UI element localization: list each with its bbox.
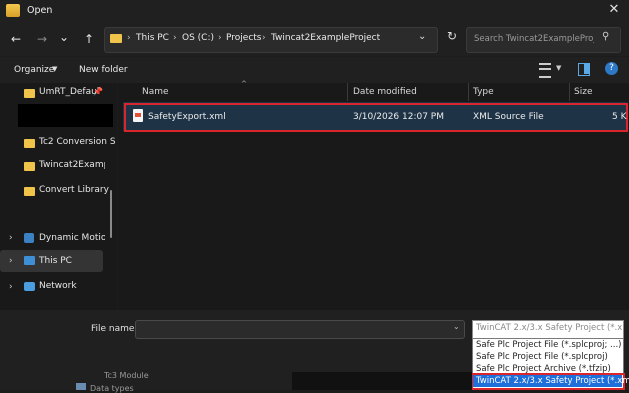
help-icon[interactable]: ? [605, 62, 618, 75]
file-name-cell[interactable]: SafetyExport.xml [148, 112, 226, 122]
background-tree-item: Tc3 Module [104, 371, 149, 380]
search-input[interactable]: Search Twincat2ExampleProj... [474, 34, 594, 44]
breadcrumb-separator: › [262, 33, 266, 43]
column-divider[interactable] [468, 83, 469, 101]
sidebar-item-network[interactable]: Network [39, 281, 77, 291]
file-name-input[interactable] [135, 320, 465, 339]
new-folder-button[interactable]: New folder [79, 65, 128, 75]
folder-icon [24, 187, 35, 196]
background-tree-item: Data types [90, 384, 134, 393]
up-arrow-icon[interactable]: ↑ [79, 29, 99, 49]
view-options-icon[interactable] [539, 63, 551, 78]
file-date-cell: 3/10/2026 12:07 PM [353, 112, 444, 122]
breadcrumb-separator: › [127, 33, 131, 43]
expand-chevron-icon[interactable]: › [9, 233, 13, 243]
preview-pane-icon-fill [584, 64, 589, 74]
view-options-icon-line [539, 68, 551, 70]
window-title: Open [27, 5, 53, 16]
organize-button[interactable]: Organize [14, 65, 54, 75]
back-arrow-icon[interactable]: ← [6, 29, 26, 49]
redacted-item [18, 104, 113, 127]
pc-icon [24, 256, 35, 265]
breadcrumb-twincat2exampleproject[interactable]: Twincat2ExampleProject [271, 33, 380, 43]
caret-down-icon[interactable]: ▼ [52, 65, 57, 73]
expand-chevron-icon[interactable]: › [9, 256, 13, 266]
xml-file-icon-tag [135, 113, 141, 117]
app-icon [24, 233, 34, 243]
column-divider[interactable] [569, 83, 570, 101]
file-name-label: File name: [91, 324, 138, 334]
column-header-date-modified[interactable]: Date modified [353, 87, 417, 97]
background-panel [292, 372, 472, 390]
file-type-selected-value[interactable]: TwinCAT 2.x/3.x Safety Project (*.xml) [476, 323, 622, 333]
file-type-option-selected-label[interactable]: TwinCAT 2.x/3.x Safety Project (*.xml) [476, 376, 629, 386]
sort-caret-icon: ^ [241, 80, 247, 88]
refresh-icon[interactable]: ↻ [444, 29, 460, 43]
pin-icon: 📌 [93, 87, 103, 96]
folder-icon [24, 162, 35, 171]
file-type-option[interactable]: Safe Plc Project File (*.splcproj; ...) [476, 340, 621, 350]
sidebar-item-tc2-conversion[interactable]: Tc2 Conversion S [39, 137, 115, 147]
column-header-name[interactable]: Name [142, 87, 169, 97]
folder-icon [110, 34, 122, 43]
file-type-cell: XML Source File [473, 112, 544, 122]
sidebar-item-convert-library[interactable]: Convert Library [39, 185, 109, 195]
sidebar-scrollbar[interactable] [110, 190, 112, 238]
background-folder-icon [76, 383, 86, 390]
file-size-cell: 5 K [612, 112, 627, 122]
sidebar-item-this-pc[interactable]: This PC [39, 256, 72, 266]
address-history-chevron-icon[interactable]: ⌄ [418, 31, 426, 42]
breadcrumb-projects[interactable]: Projects [226, 33, 261, 43]
folder-icon [24, 89, 35, 98]
expand-chevron-icon[interactable]: › [9, 282, 13, 292]
breadcrumb-os-c[interactable]: OS (C:) [182, 33, 214, 43]
file-type-option[interactable]: Safe Plc Project File (*.splcproj) [476, 352, 608, 362]
breadcrumb-separator: › [218, 33, 222, 43]
folder-icon [24, 139, 35, 148]
sidebar-item-dynamic-motion[interactable]: Dynamic Motion [39, 233, 105, 243]
recent-locations-chevron-icon[interactable]: ⌄ [54, 27, 74, 47]
forward-arrow-icon[interactable]: → [32, 29, 52, 49]
sidebar-item-twincat2example[interactable]: Twincat2Exampl [39, 160, 105, 170]
column-header-size[interactable]: Size [574, 87, 592, 97]
title-bar [0, 0, 629, 22]
breadcrumb-this-pc[interactable]: This PC [136, 33, 169, 43]
breadcrumb-separator: › [173, 33, 177, 43]
close-icon[interactable]: ✕ [605, 2, 623, 18]
search-icon[interactable]: ⚲ [602, 31, 609, 42]
column-divider[interactable] [347, 83, 348, 101]
folder-app-icon [6, 4, 20, 17]
network-icon [24, 282, 35, 291]
caret-down-icon[interactable]: ▼ [556, 64, 561, 72]
column-header-type[interactable]: Type [473, 87, 494, 97]
chevron-down-icon[interactable]: ⌄ [453, 322, 460, 331]
